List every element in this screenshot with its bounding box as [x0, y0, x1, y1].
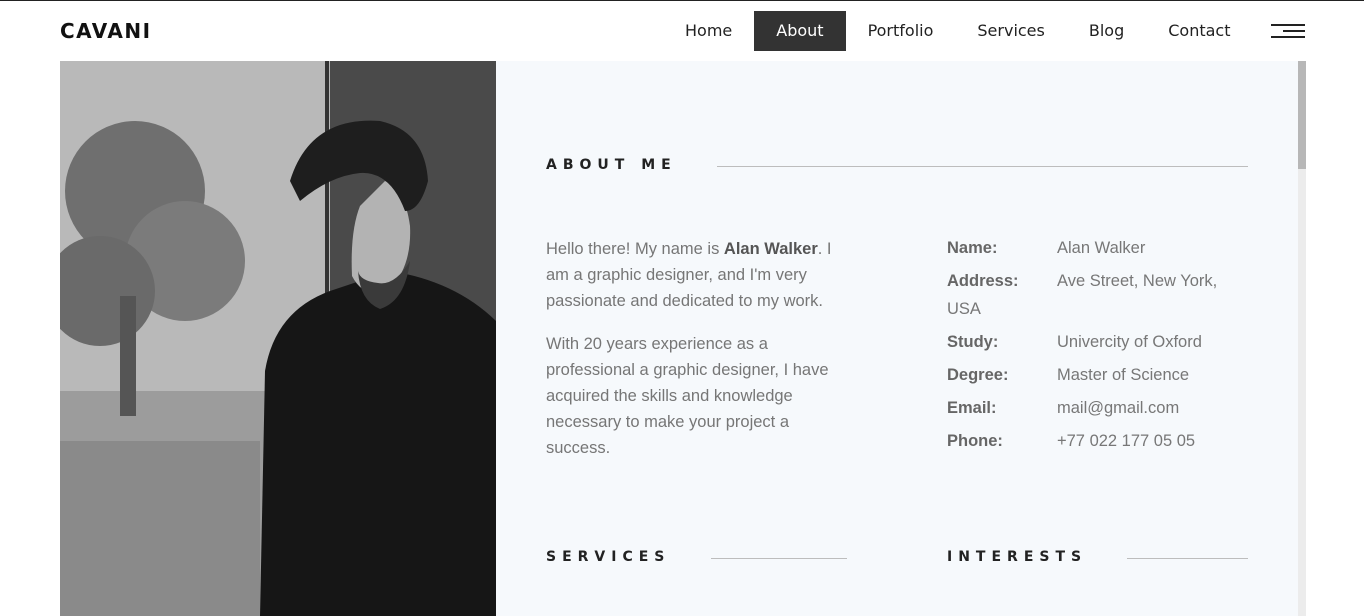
top-border	[0, 0, 1364, 1]
info-label-address: Address:	[947, 272, 1019, 290]
info-value-degree: Master of Science	[1057, 366, 1190, 384]
interests-heading: INTERESTS	[947, 549, 1088, 565]
info-label-email: Email:	[947, 399, 997, 417]
bio-experience: With 20 years experience as a profession…	[546, 335, 829, 457]
info-value-address: Ave Street, New York,	[1057, 272, 1218, 290]
nav-portfolio[interactable]: Portfolio	[846, 11, 956, 51]
bio-intro: Hello there! My name is Alan Walker. I a…	[546, 240, 832, 310]
info-value-phone: +77 022 177 05 05	[1057, 432, 1196, 450]
bio-name: Alan Walker	[723, 240, 818, 258]
services-divider	[711, 558, 847, 559]
about-me-divider	[717, 166, 1248, 167]
info-label-name: Name:	[947, 239, 998, 257]
nav-home[interactable]: Home	[663, 11, 754, 51]
nav-blog[interactable]: Blog	[1067, 11, 1146, 51]
info-value-address-country: USA	[947, 300, 981, 318]
nav-services[interactable]: Services	[955, 11, 1066, 51]
interests-divider	[1127, 558, 1248, 559]
info-value-study: Univercity of Oxford	[1057, 333, 1202, 351]
main-nav: Home About Portfolio Services Blog Conta…	[663, 11, 1252, 51]
info-label-phone: Phone:	[947, 432, 1003, 450]
services-heading: SERVICES	[546, 549, 671, 565]
scrollbar[interactable]	[1298, 61, 1306, 616]
nav-contact[interactable]: Contact	[1146, 11, 1252, 51]
info-value-email[interactable]: mail@gmail.com	[1057, 399, 1179, 418]
scrollbar-thumb[interactable]	[1298, 61, 1306, 169]
hamburger-menu-icon[interactable]	[1271, 24, 1305, 38]
info-label-study: Study:	[947, 333, 999, 351]
profile-photo	[60, 61, 496, 616]
brand-logo[interactable]: CAVANI	[60, 19, 152, 43]
nav-about[interactable]: About	[754, 11, 846, 51]
bio-text: Hello there! My name is Alan Walker. I a…	[546, 236, 846, 478]
info-value-name: Alan Walker	[1057, 239, 1146, 257]
info-label-degree: Degree:	[947, 366, 1009, 384]
about-me-heading: ABOUT ME	[546, 157, 677, 173]
